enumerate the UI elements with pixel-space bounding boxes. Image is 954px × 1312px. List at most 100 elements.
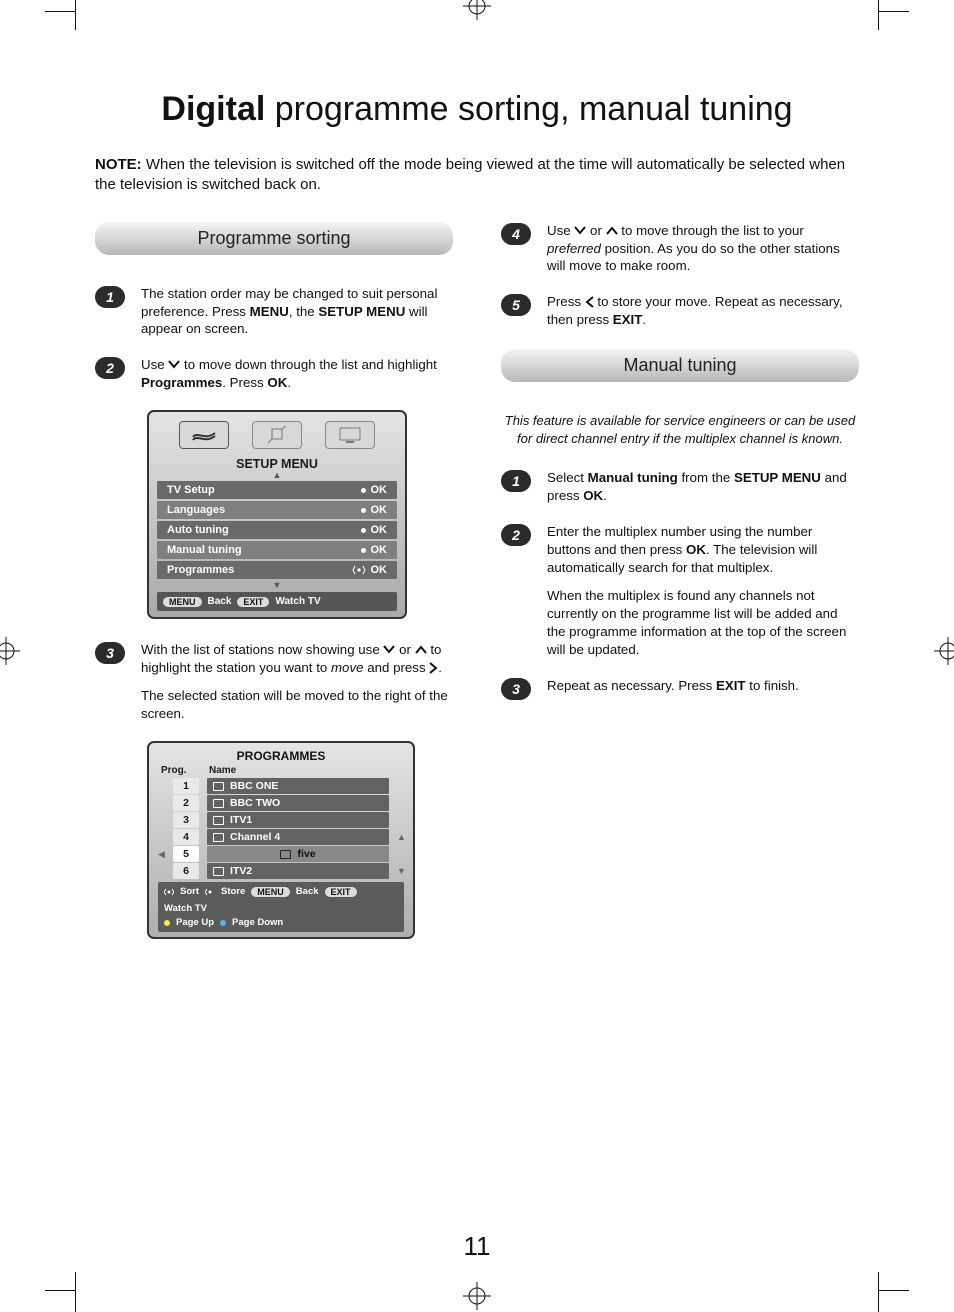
mt-step-3: 3 Repeat as necessary. Press EXIT to fin… <box>501 677 859 699</box>
step-badge: 1 <box>95 286 125 308</box>
crop-mark <box>879 1290 909 1291</box>
setup-menu-screenshot: SETUP MENU ▲ TV SetupOK LanguagesOK Auto… <box>147 410 407 619</box>
step-text: Select Manual tuning from the SETUP MENU… <box>547 469 859 505</box>
nav-icon <box>164 887 174 897</box>
step-text: Repeat as necessary. Press EXIT to finis… <box>547 677 799 699</box>
left-column: Programme sorting 1 The station order ma… <box>95 222 453 939</box>
registration-mark-icon <box>0 637 20 665</box>
registration-mark-icon <box>934 637 954 665</box>
tab-icon-cables <box>179 421 229 449</box>
step-badge: 3 <box>95 642 125 664</box>
step-text: Use or to move through the list to your … <box>547 222 859 276</box>
note-paragraph: NOTE: When the television is switched of… <box>95 155 859 196</box>
programme-row: 2BBC TWO <box>158 795 404 811</box>
scroll-down-icon: ▼ <box>152 581 402 589</box>
registration-mark-icon <box>463 0 491 20</box>
crop-mark <box>75 0 76 30</box>
footer-page-up: Page Up <box>176 917 214 928</box>
text: or <box>399 642 415 657</box>
mt-step-1: 1 Select Manual tuning from the SETUP ME… <box>501 469 859 505</box>
step-badge: 1 <box>501 470 531 492</box>
tv-icon <box>213 799 224 808</box>
setup-menu-title: SETUP MENU <box>152 453 402 471</box>
chevron-up-icon <box>415 645 427 654</box>
right-column: 4 Use or to move through the list to you… <box>501 222 859 939</box>
footer-page-down: Page Down <box>232 917 283 928</box>
programmes-title: PROGRAMMES <box>153 747 409 765</box>
tv-icon <box>213 816 224 825</box>
col-name: Name <box>209 765 236 776</box>
step-text: Enter the multiplex number using the num… <box>547 523 859 659</box>
text: or <box>590 223 606 238</box>
chevron-down-icon <box>168 360 180 369</box>
programme-row: 3ITV1 <box>158 812 404 828</box>
text: . <box>438 660 442 675</box>
step-text: Press to store your move. Repeat as nece… <box>547 293 859 329</box>
crop-mark <box>45 11 75 12</box>
text: The selected station will be moved to th… <box>141 687 453 723</box>
scroll-up-icon: ▲ <box>152 471 402 479</box>
text: When the multiplex is found any channels… <box>547 587 859 659</box>
registration-mark-icon <box>463 1282 491 1310</box>
step-badge: 3 <box>501 678 531 700</box>
programme-row: 4Channel 4▲ <box>158 829 404 845</box>
text: Press <box>547 294 585 309</box>
footer-watch: Watch TV <box>164 903 207 914</box>
col-prog: Prog. <box>161 765 209 776</box>
footer-sort: Sort <box>180 886 199 897</box>
text: Use <box>141 357 168 372</box>
footer-watch: Watch TV <box>275 596 320 607</box>
title-rest: programme sorting, manual tuning <box>265 90 792 128</box>
note-label: NOTE: <box>95 156 142 173</box>
footer-back: Back <box>208 596 232 607</box>
programmes-footer: Sort Store MENU Back EXIT Watch TV Page … <box>158 882 404 932</box>
footer-store: Store <box>221 886 245 897</box>
programme-row: 6ITV2▼ <box>158 863 404 879</box>
step-1: 1 The station order may be changed to su… <box>95 285 453 339</box>
step-5: 5 Press to store your move. Repeat as ne… <box>501 293 859 329</box>
blue-dot-icon <box>220 920 226 926</box>
tv-icon <box>213 782 224 791</box>
step-2: 2 Use to move down through the list and … <box>95 356 453 392</box>
step-badge: 5 <box>501 294 531 316</box>
pill-menu: MENU <box>251 887 290 897</box>
programme-row: 1BBC ONE <box>158 778 404 794</box>
footer-back: Back <box>296 886 319 897</box>
step-badge: 4 <box>501 223 531 245</box>
text: With the list of stations now showing us… <box>141 642 383 657</box>
note-text: When the television is switched off the … <box>95 156 845 193</box>
tab-icon-satellite <box>252 421 302 449</box>
section-header-manual-tuning: Manual tuning <box>501 349 859 382</box>
pill-exit: EXIT <box>325 887 357 897</box>
tab-icon-tv <box>325 421 375 449</box>
manual-tuning-intro: This feature is available for service en… <box>501 412 859 447</box>
crop-mark <box>45 1290 75 1291</box>
menu-item-tv-setup: TV SetupOK <box>157 481 397 499</box>
section-header-programme-sorting: Programme sorting <box>95 222 453 255</box>
step-badge: 2 <box>95 357 125 379</box>
pill-menu: MENU <box>163 597 202 607</box>
crop-mark <box>879 11 909 12</box>
chevron-up-icon <box>606 226 618 235</box>
setup-menu-footer: MENU Back EXIT Watch TV <box>157 592 397 611</box>
step-text: Use to move down through the list and hi… <box>141 356 453 392</box>
menu-item-manual-tuning: Manual tuningOK <box>157 541 397 559</box>
nav-icon <box>205 887 215 897</box>
text: Use <box>547 223 574 238</box>
text: Enter the multiplex number using the num… <box>547 523 859 577</box>
text: to move down through the list and highli… <box>141 357 437 390</box>
tv-icon <box>280 850 291 859</box>
programmes-screenshot: PROGRAMMES Prog. Name 1BBC ONE 2BBC TWO … <box>147 741 415 939</box>
crop-mark <box>878 1272 879 1312</box>
chevron-right-icon <box>429 662 438 674</box>
tv-icon <box>213 867 224 876</box>
step-4: 4 Use or to move through the list to you… <box>501 222 859 276</box>
page-title: Digital programme sorting, manual tuning <box>95 90 859 129</box>
tv-icon <box>213 833 224 842</box>
pill-exit: EXIT <box>237 597 269 607</box>
menu-item-auto-tuning: Auto tuningOK <box>157 521 397 539</box>
crop-mark <box>878 0 879 30</box>
chevron-left-icon <box>585 296 594 308</box>
crop-mark <box>75 1272 76 1312</box>
menu-item-programmes: ProgrammesOK <box>157 561 397 579</box>
